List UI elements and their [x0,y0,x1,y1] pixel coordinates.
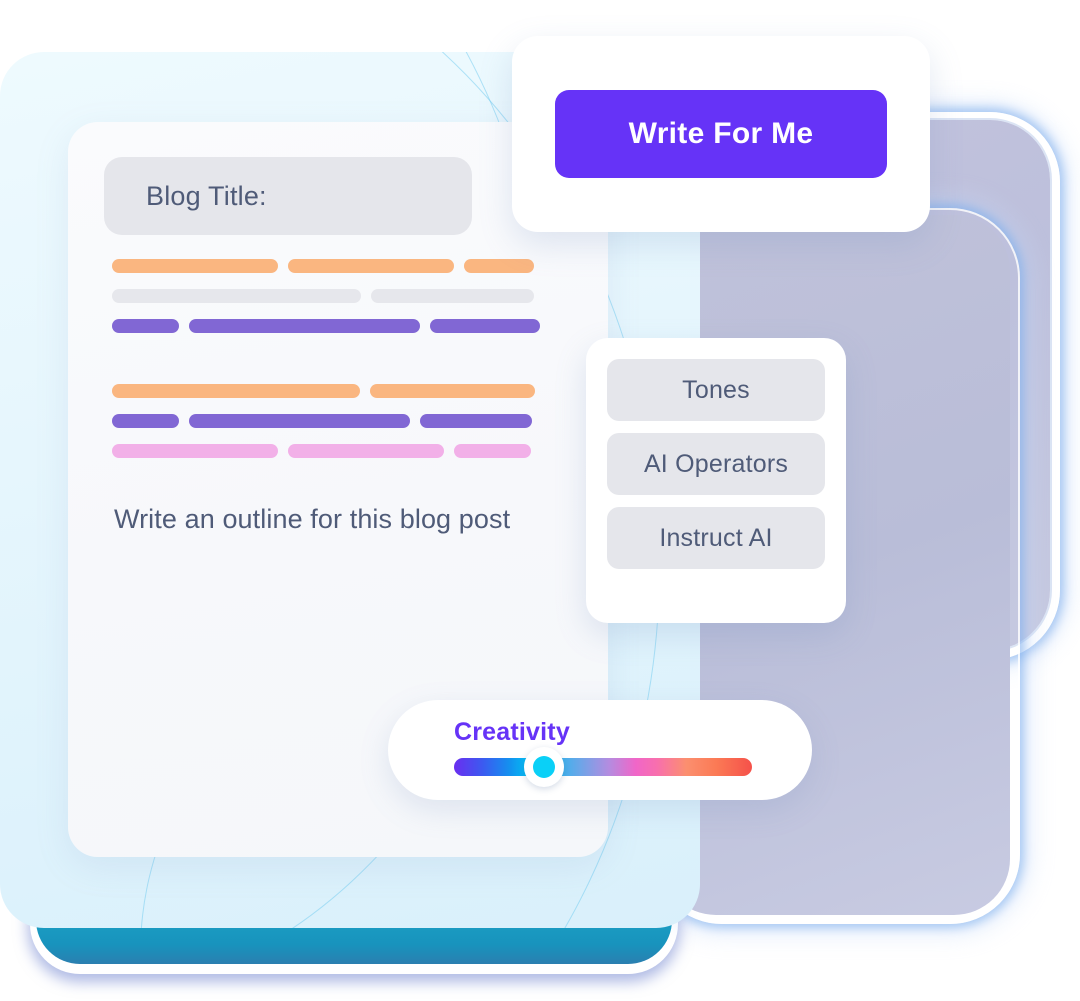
blog-title-field[interactable]: Blog Title: [104,157,472,235]
skeleton-line-orange [464,259,534,273]
creativity-slider-thumb-dot [533,756,555,778]
skeleton-line-purple [189,319,420,333]
write-for-me-card: Write For Me [512,36,930,232]
skeleton-line-orange [370,384,535,398]
write-for-me-button[interactable]: Write For Me [555,90,887,178]
skeleton-line-pink [454,444,531,458]
skeleton-line-grey [371,289,534,303]
skeleton-line-purple [112,319,179,333]
creativity-slider-track[interactable] [454,758,752,776]
skeleton-line-purple [430,319,540,333]
prompt-text: Write an outline for this blog post [114,504,511,534]
skeleton-line-pink [112,444,278,458]
option-ai-operators-button[interactable]: AI Operators [607,433,825,495]
skeleton-line-orange [112,384,360,398]
skeleton-line-orange [288,259,454,273]
skeleton-line-grey [112,289,361,303]
skeleton-row [112,319,540,333]
skeleton-group-1 [112,259,540,349]
skeleton-line-pink [288,444,444,458]
creativity-label: Creativity [454,718,570,746]
creativity-slider[interactable] [454,747,752,787]
creativity-slider-thumb[interactable] [524,747,564,787]
options-card: Tones AI Operators Instruct AI [586,338,846,623]
skeleton-row [112,384,535,398]
skeleton-line-purple [420,414,532,428]
illustration-stage: Blog Title: Write an outline for this bl… [0,0,1080,1001]
blog-title-label: Blog Title: [146,180,267,211]
option-tones-button[interactable]: Tones [607,359,825,421]
skeleton-row [112,444,535,458]
option-instruct-ai-button[interactable]: Instruct AI [607,507,825,569]
skeleton-group-2 [112,384,535,474]
skeleton-row [112,414,535,428]
skeleton-line-purple [189,414,410,428]
skeleton-row [112,289,540,303]
skeleton-line-purple [112,414,179,428]
creativity-card: Creativity [388,700,812,800]
skeleton-row [112,259,540,273]
skeleton-line-orange [112,259,278,273]
